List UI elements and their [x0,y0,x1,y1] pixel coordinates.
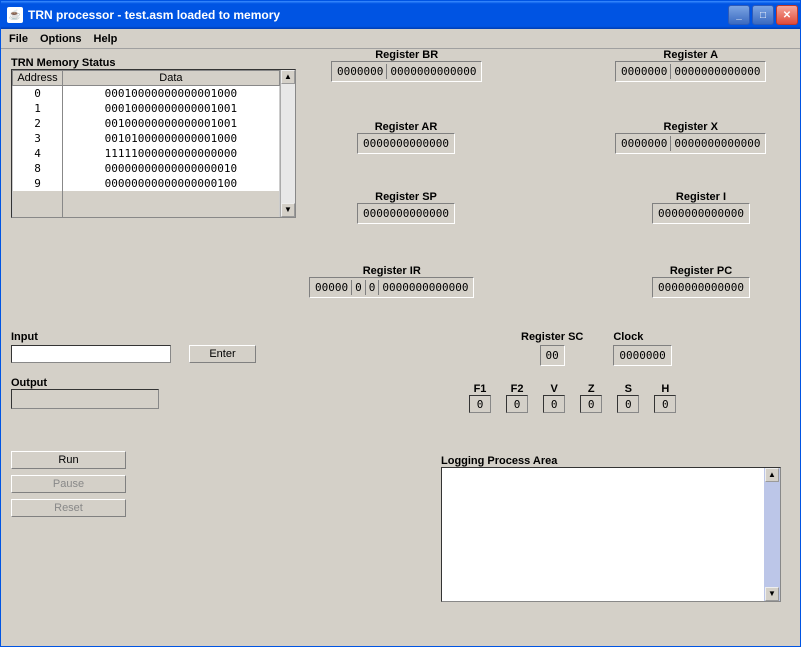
table-row[interactable]: 900000000000000000100 [13,176,280,191]
clock-value: 0000000 [613,345,671,366]
close-button[interactable]: ✕ [776,5,798,25]
menu-options[interactable]: Options [40,33,82,45]
java-icon: ☕ [7,7,23,23]
reg-sc-value: 00 [540,345,565,366]
log-scrollbar[interactable]: ▲ ▼ [764,468,780,601]
menubar: File Options Help [1,29,800,49]
reset-button[interactable]: Reset [11,499,126,517]
reg-i-value: 0000000000000 [652,203,750,224]
run-button[interactable]: Run [11,451,126,469]
flag-f1-label: F1 [469,383,491,395]
table-row[interactable]: 200100000000000001001 [13,116,280,131]
memory-col-address[interactable]: Address [13,71,63,86]
flag-f2-value: 0 [506,395,528,413]
reg-sp-value: 0000000000000 [357,203,455,224]
log-label: Logging Process Area [441,455,781,467]
output-field [11,389,159,409]
table-row[interactable]: 100010000000000001001 [13,101,280,116]
reg-x-label: Register X [615,121,766,133]
output-label: Output [11,377,256,389]
memory-table: Address Data 000010000000000001000100010… [11,69,296,218]
table-row[interactable]: 000010000000000001000 [13,86,280,101]
clock-label: Clock [613,331,671,343]
log-area[interactable]: ▲ ▼ [441,467,781,602]
pause-button[interactable]: Pause [11,475,126,493]
content-area: TRN Memory Status Address Data 000010000… [1,49,800,646]
titlebar[interactable]: ☕ TRN processor - test.asm loaded to mem… [1,1,800,29]
memory-title: TRN Memory Status [11,57,296,69]
input-label: Input [11,331,256,343]
flag-v-label: V [543,383,565,395]
reg-ar-label: Register AR [331,121,481,133]
reg-br-label: Register BR [331,49,482,61]
enter-button[interactable]: Enter [189,345,256,363]
table-row[interactable]: 300101000000000001000 [13,131,280,146]
app-window: ☕ TRN processor - test.asm loaded to mem… [0,0,801,647]
flag-f2-label: F2 [506,383,528,395]
flag-s-value: 0 [617,395,639,413]
reg-sc-label: Register SC [521,331,583,343]
scroll-up-icon[interactable]: ▲ [765,468,779,482]
reg-pc-label: Register PC [641,265,761,277]
flag-z-value: 0 [580,395,602,413]
input-field[interactable] [11,345,171,363]
reg-i-label: Register I [641,191,761,203]
reg-ar-value: 0000000000000 [357,133,455,154]
reg-br-value: 0000000 0000000000000 [331,61,482,82]
table-row[interactable]: 411111000000000000000 [13,146,280,161]
memory-scrollbar[interactable]: ▲ ▼ [280,70,295,217]
reg-x-value: 0000000 0000000000000 [615,133,766,154]
reg-sp-label: Register SP [331,191,481,203]
reg-a-value: 0000000 0000000000000 [615,61,766,82]
reg-ir-label: Register IR [309,265,474,277]
reg-ir-value: 00000 0 0 0000000000000 [309,277,474,298]
window-title: TRN processor - test.asm loaded to memor… [28,8,728,22]
scroll-up-icon[interactable]: ▲ [281,70,295,84]
flag-f1-value: 0 [469,395,491,413]
maximize-button[interactable]: □ [752,5,774,25]
scroll-down-icon[interactable]: ▼ [281,203,295,217]
flag-z-label: Z [580,383,602,395]
scroll-down-icon[interactable]: ▼ [765,587,779,601]
menu-help[interactable]: Help [94,33,118,45]
reg-pc-value: 0000000000000 [652,277,750,298]
reg-a-label: Register A [615,49,766,61]
flags-area: F10 F20 V0 Z0 S0 H0 [469,383,688,413]
memory-col-data[interactable]: Data [63,71,280,86]
minimize-button[interactable]: _ [728,5,750,25]
menu-file[interactable]: File [9,33,28,45]
flag-h-value: 0 [654,395,676,413]
flag-h-label: H [654,383,676,395]
table-row[interactable]: 800000000000000000010 [13,161,280,176]
flag-v-value: 0 [543,395,565,413]
flag-s-label: S [617,383,639,395]
